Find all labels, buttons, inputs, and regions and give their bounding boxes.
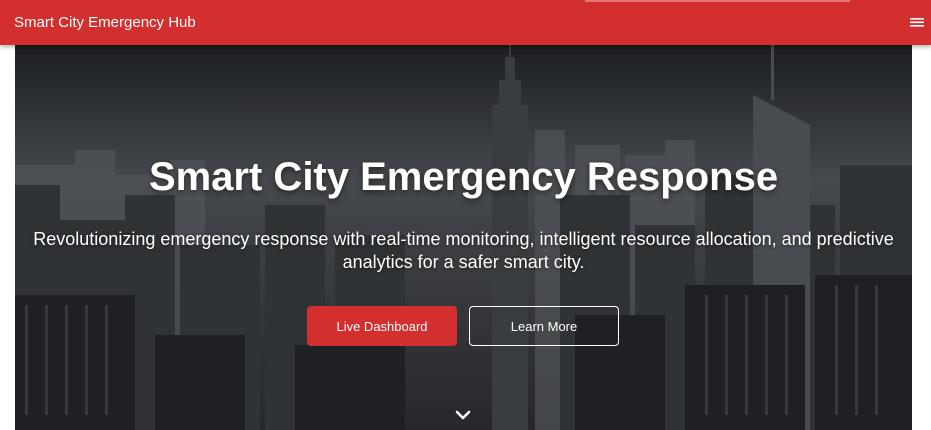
hero-subtitle: Revolutionizing emergency response with …: [33, 229, 894, 272]
top-navbar: Smart City Emergency Hub: [0, 0, 931, 45]
hamburger-menu-icon[interactable]: [908, 14, 926, 30]
live-dashboard-button[interactable]: Live Dashboard: [307, 306, 457, 346]
hero-title: Smart City Emergency Response: [148, 155, 779, 199]
navbar-highlight-line: [585, 0, 850, 2]
hero-section: Smart City Emergency Response Revolution…: [15, 45, 912, 430]
brand-title[interactable]: Smart City Emergency Hub: [14, 14, 196, 31]
page-margin-left: [0, 45, 15, 430]
learn-more-button[interactable]: Learn More: [469, 306, 619, 346]
chevron-down-icon[interactable]: [455, 409, 471, 421]
page-margin-right: [912, 45, 931, 430]
